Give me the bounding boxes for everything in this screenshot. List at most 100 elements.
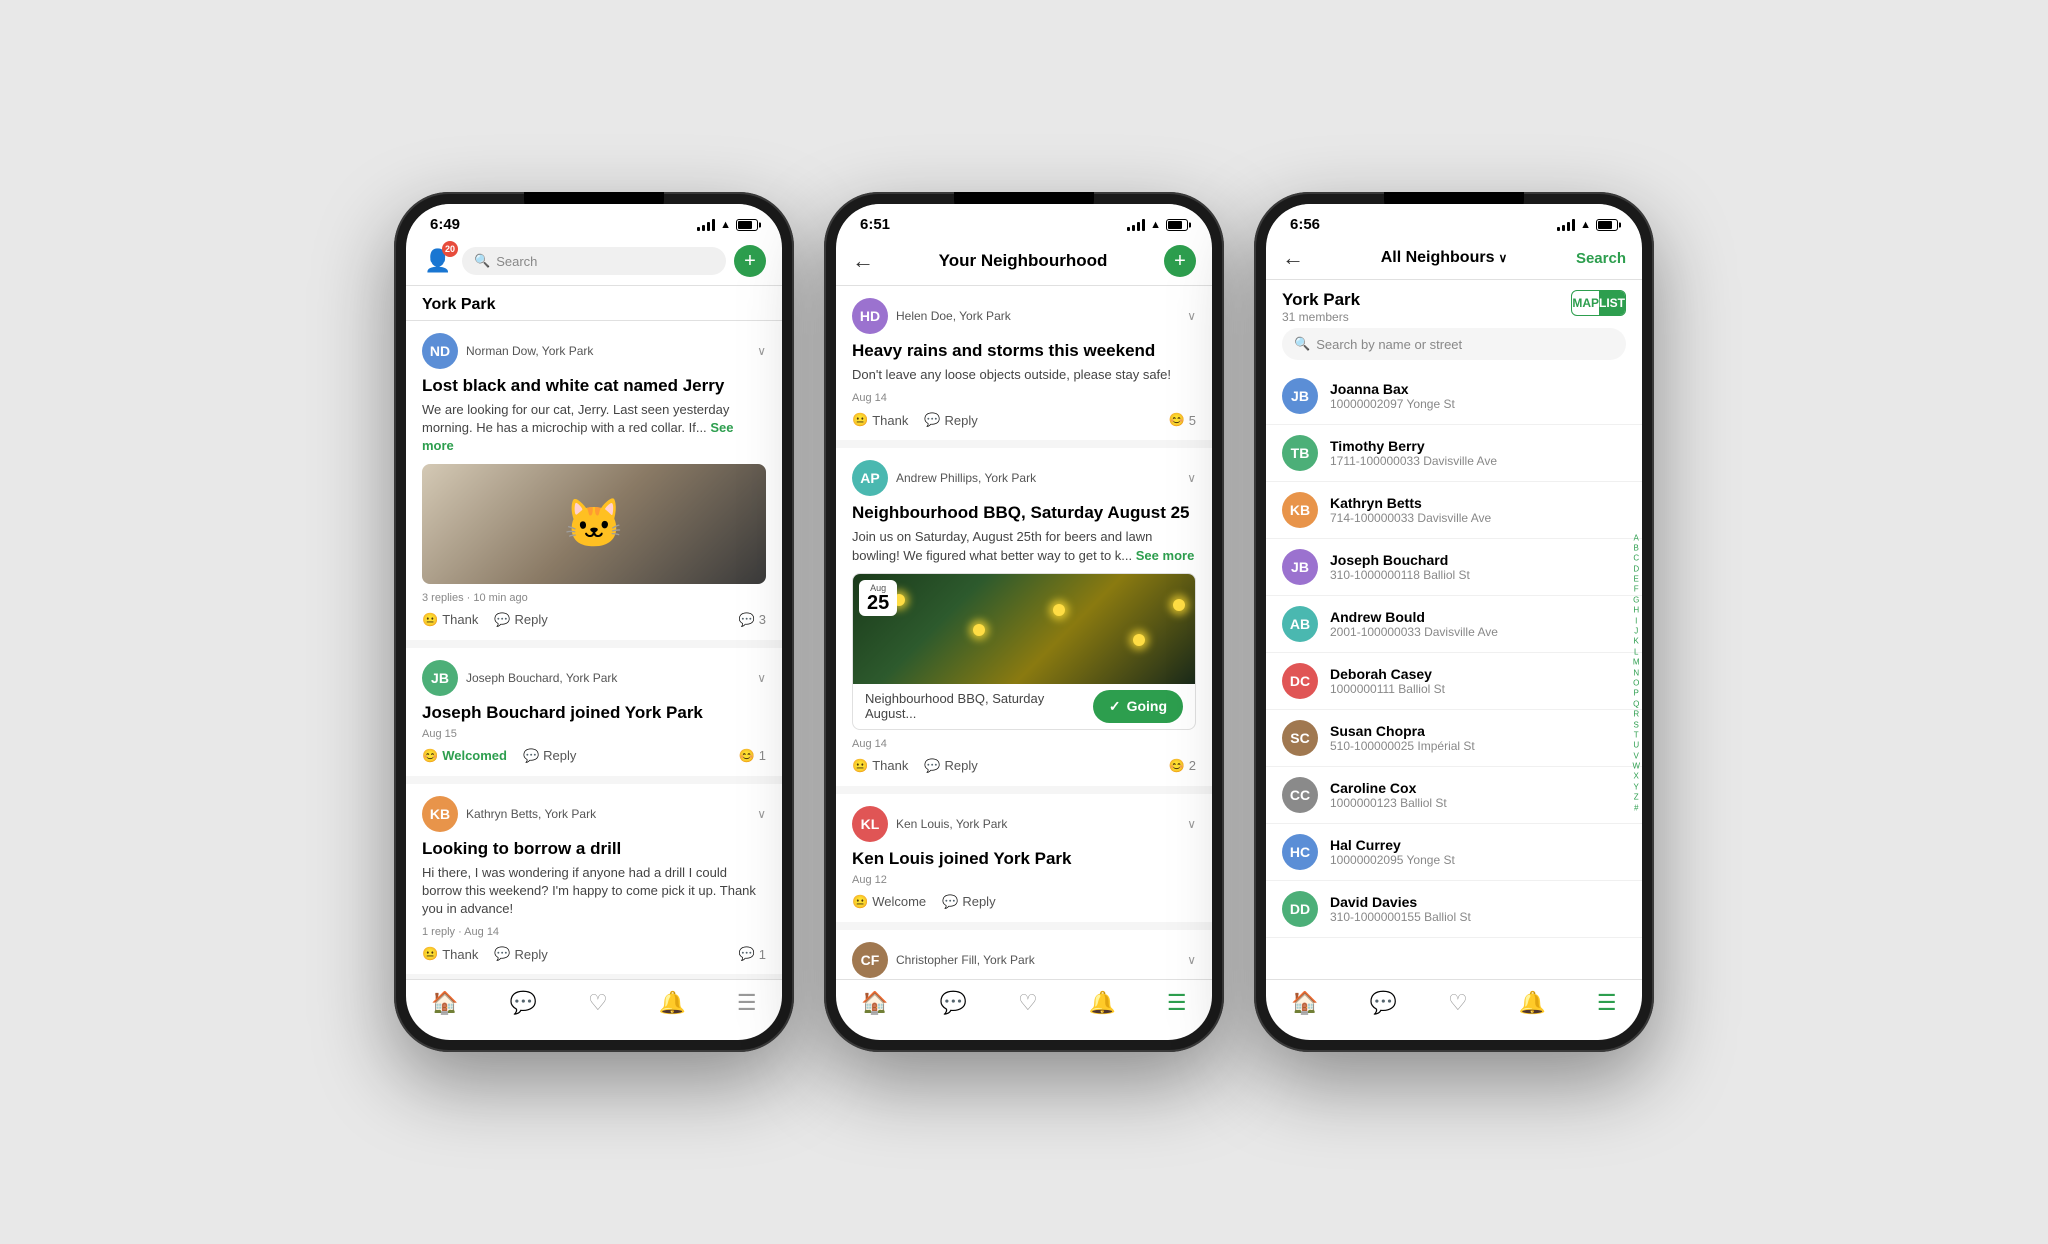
alpha-d[interactable]: D [1632, 564, 1640, 574]
tab-chat-1[interactable]: 💬 [510, 990, 537, 1016]
alpha-hash[interactable]: # [1632, 803, 1640, 813]
reply-button-1[interactable]: 💬 Reply [494, 612, 547, 628]
alpha-t[interactable]: T [1632, 731, 1640, 741]
reply-button-p2-1[interactable]: 💬 Reply [924, 412, 977, 428]
chevron-p2-4[interactable]: ∨ [1187, 953, 1196, 967]
welcome-button-p2-3[interactable]: 😐 Welcome [852, 894, 926, 910]
chevron-p2-3[interactable]: ∨ [1187, 817, 1196, 831]
alpha-c[interactable]: C [1632, 554, 1640, 564]
alpha-x[interactable]: X [1632, 772, 1640, 782]
alpha-b[interactable]: B [1632, 544, 1640, 554]
wifi-3: ▲ [1580, 219, 1591, 231]
alpha-f[interactable]: F [1632, 585, 1640, 595]
new-post-button-1[interactable]: + [734, 245, 766, 277]
neighbourhood-info-row: York Park 31 members MAP LIST [1282, 290, 1626, 324]
new-post-button-2[interactable]: + [1164, 245, 1196, 277]
alpha-a[interactable]: A [1632, 533, 1640, 543]
search-bar-1[interactable]: 🔍 Search [462, 247, 726, 275]
reply-button-p2-2[interactable]: 💬 Reply [924, 758, 977, 774]
back-button-3[interactable]: ← [1282, 245, 1304, 271]
alpha-i[interactable]: I [1632, 616, 1640, 626]
post-header-p2-1: HD Helen Doe, York Park ∨ [852, 298, 1196, 334]
tab-heart-2[interactable]: ♡ [1018, 990, 1038, 1016]
neighbour-joseph-bouchard[interactable]: JB Joseph Bouchard 310-1000000118 Ballio… [1266, 539, 1642, 596]
avatar-n2: TB [1282, 435, 1318, 471]
add-friend-button[interactable]: 👤 20 [422, 245, 454, 277]
neighbour-timothy-berry[interactable]: TB Timothy Berry 1711-100000033 Davisvil… [1266, 425, 1642, 482]
neighbour-david-davies[interactable]: DD David Davies 310-1000000155 Balliol S… [1266, 881, 1642, 938]
content-2: HD Helen Doe, York Park ∨ Heavy rains an… [836, 286, 1212, 979]
alpha-y[interactable]: Y [1632, 783, 1640, 793]
alpha-k[interactable]: K [1632, 637, 1640, 647]
alpha-r[interactable]: R [1632, 710, 1640, 720]
alpha-p[interactable]: P [1632, 689, 1640, 699]
neighbour-susan-chopra[interactable]: SC Susan Chopra 510-100000025 Impérial S… [1266, 710, 1642, 767]
alpha-n[interactable]: N [1632, 668, 1640, 678]
chevron-p2-2[interactable]: ∨ [1187, 471, 1196, 485]
neighbours-list[interactable]: JB Joanna Bax 10000002097 Yonge St TB Ti… [1266, 368, 1642, 979]
neighbour-andrew-bould[interactable]: AB Andrew Bould 2001-100000033 Davisvill… [1266, 596, 1642, 653]
neighbour-caroline-cox[interactable]: CC Caroline Cox 1000000123 Balliol St [1266, 767, 1642, 824]
alpha-g[interactable]: G [1632, 596, 1640, 606]
list-view-button[interactable]: LIST [1599, 291, 1625, 315]
smiley-icon-2: 😊 [422, 748, 438, 764]
tab-menu-2[interactable]: ☰ [1167, 990, 1187, 1016]
tab-bell-1[interactable]: 🔔 [659, 990, 686, 1016]
map-view-button[interactable]: MAP [1572, 291, 1599, 315]
alpha-j[interactable]: J [1632, 627, 1640, 637]
alpha-e[interactable]: E [1632, 575, 1640, 585]
neighbour-joanna-bax[interactable]: JB Joanna Bax 10000002097 Yonge St [1266, 368, 1642, 425]
neighbour-info-7: Susan Chopra 510-100000025 Impérial St [1330, 723, 1626, 753]
tab-heart-1[interactable]: ♡ [588, 990, 608, 1016]
alpha-v[interactable]: V [1632, 751, 1640, 761]
reply-button-3[interactable]: 💬 Reply [494, 946, 547, 962]
tab-home-2[interactable]: 🏠 [861, 990, 888, 1016]
chat-icon-3: 💬 [494, 946, 510, 962]
chevron-1[interactable]: ∨ [757, 344, 766, 358]
alpha-index[interactable]: A B C D E F G H I J K L M N O [1632, 533, 1640, 814]
see-more-p2-2[interactable]: See more [1136, 548, 1195, 563]
feed-1[interactable]: ND Norman Dow, York Park ∨ Lost black an… [406, 321, 782, 979]
alpha-z[interactable]: Z [1632, 793, 1640, 803]
tab-heart-3[interactable]: ♡ [1448, 990, 1468, 1016]
chevron-3[interactable]: ∨ [757, 807, 766, 821]
smiley-count-p2-1: 😊 [1169, 412, 1185, 428]
reply-button-2[interactable]: 💬 Reply [523, 748, 576, 764]
thank-button-3[interactable]: 😐 Thank [422, 946, 478, 962]
neighbour-info-2: Timothy Berry 1711-100000033 Davisville … [1330, 438, 1626, 468]
phone-2: 6:51 ▲ ← Your Neighbourhood + [824, 192, 1224, 1052]
alpha-q[interactable]: Q [1632, 699, 1640, 709]
thank-button-p2-2[interactable]: 😐 Thank [852, 758, 908, 774]
chevron-2[interactable]: ∨ [757, 671, 766, 685]
neighbour-deborah-casey[interactable]: DC Deborah Casey 1000000111 Balliol St [1266, 653, 1642, 710]
post-title-p2-3: Ken Louis joined York Park [852, 848, 1196, 870]
alpha-h[interactable]: H [1632, 606, 1640, 616]
reply-button-p2-3[interactable]: 💬 Reply [942, 894, 995, 910]
thank-button-1[interactable]: 😐 Thank [422, 612, 478, 628]
search-bar-3[interactable]: 🔍 Search by name or street [1282, 328, 1626, 360]
going-button[interactable]: ✓ Going [1093, 690, 1183, 723]
alpha-u[interactable]: U [1632, 741, 1640, 751]
neighbour-kathryn-betts[interactable]: KB Kathryn Betts 714-100000033 Davisvill… [1266, 482, 1642, 539]
search-link-3[interactable]: Search [1576, 250, 1626, 267]
feed-2[interactable]: HD Helen Doe, York Park ∨ Heavy rains an… [836, 286, 1212, 979]
tab-chat-2[interactable]: 💬 [940, 990, 967, 1016]
tab-home-1[interactable]: 🏠 [431, 990, 458, 1016]
tab-home-3[interactable]: 🏠 [1291, 990, 1318, 1016]
chevron-p2-1[interactable]: ∨ [1187, 309, 1196, 323]
alpha-l[interactable]: L [1632, 648, 1640, 658]
tab-menu-1[interactable]: ☰ [737, 990, 757, 1016]
tab-bell-3[interactable]: 🔔 [1519, 990, 1546, 1016]
back-button-2[interactable]: ← [852, 248, 874, 274]
tab-chat-3[interactable]: 💬 [1370, 990, 1397, 1016]
welcomed-button[interactable]: 😊 Welcomed [422, 748, 507, 764]
alpha-w[interactable]: W [1632, 762, 1640, 772]
alpha-o[interactable]: O [1632, 679, 1640, 689]
thank-button-p2-1[interactable]: 😐 Thank [852, 412, 908, 428]
neighbour-hal-currey[interactable]: HC Hal Currey 10000002095 Yonge St [1266, 824, 1642, 881]
tab-bell-2[interactable]: 🔔 [1089, 990, 1116, 1016]
tab-menu-3[interactable]: ☰ [1597, 990, 1617, 1016]
lights-bg: Aug 25 [853, 574, 1195, 684]
alpha-s[interactable]: S [1632, 720, 1640, 730]
alpha-m[interactable]: M [1632, 658, 1640, 668]
